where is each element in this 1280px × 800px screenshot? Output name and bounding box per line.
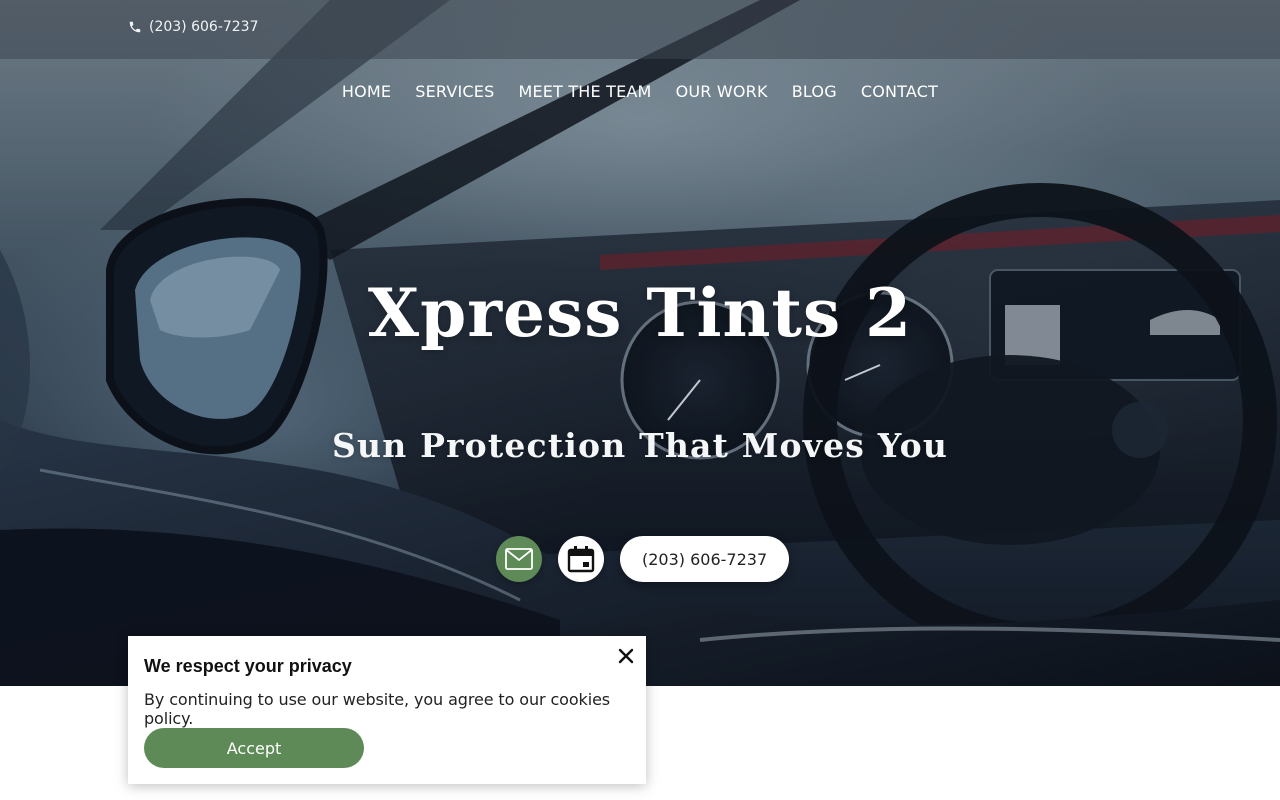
cookie-banner: We respect your privacy By continuing to… (128, 636, 646, 784)
mail-icon (505, 548, 533, 570)
nav-item-home[interactable]: HOME (342, 80, 391, 103)
hero-subtitle: Sun Protection That Moves You (331, 426, 949, 465)
cookie-banner-text: By continuing to use our website, you ag… (144, 690, 611, 728)
cookie-banner-title: We respect your privacy (144, 656, 352, 676)
cookie-close-button[interactable] (616, 646, 636, 666)
phone-icon (129, 21, 141, 33)
calendar-icon (567, 546, 595, 573)
nav-item-our-work[interactable]: OUR WORK (676, 80, 768, 103)
close-icon (618, 648, 634, 664)
cookie-accept-button[interactable]: Accept (144, 728, 364, 768)
nav-item-contact[interactable]: CONTACT (861, 80, 938, 103)
hero-section: (203) 606-7237 HOME SERVICES MEET THE TE… (0, 0, 1280, 686)
topbar-phone-number: (203) 606-7237 (149, 19, 259, 35)
call-phone-button[interactable]: (203) 606-7237 (620, 536, 790, 582)
nav-item-services[interactable]: SERVICES (415, 80, 494, 103)
main-nav: HOME SERVICES MEET THE TEAM OUR WORK BLO… (0, 80, 1280, 103)
hero-cta-row: (203) 606-7237 (496, 536, 790, 582)
topbar-phone-link[interactable]: (203) 606-7237 (128, 19, 259, 35)
top-contact-bar: (203) 606-7237 (0, 0, 1280, 59)
email-button[interactable] (496, 536, 542, 582)
nav-item-blog[interactable]: BLOG (792, 80, 837, 103)
nav-item-meet-the-team[interactable]: MEET THE TEAM (518, 80, 651, 103)
book-appointment-button[interactable] (558, 536, 604, 582)
hero-title: Xpress Tints 2 (367, 274, 913, 352)
